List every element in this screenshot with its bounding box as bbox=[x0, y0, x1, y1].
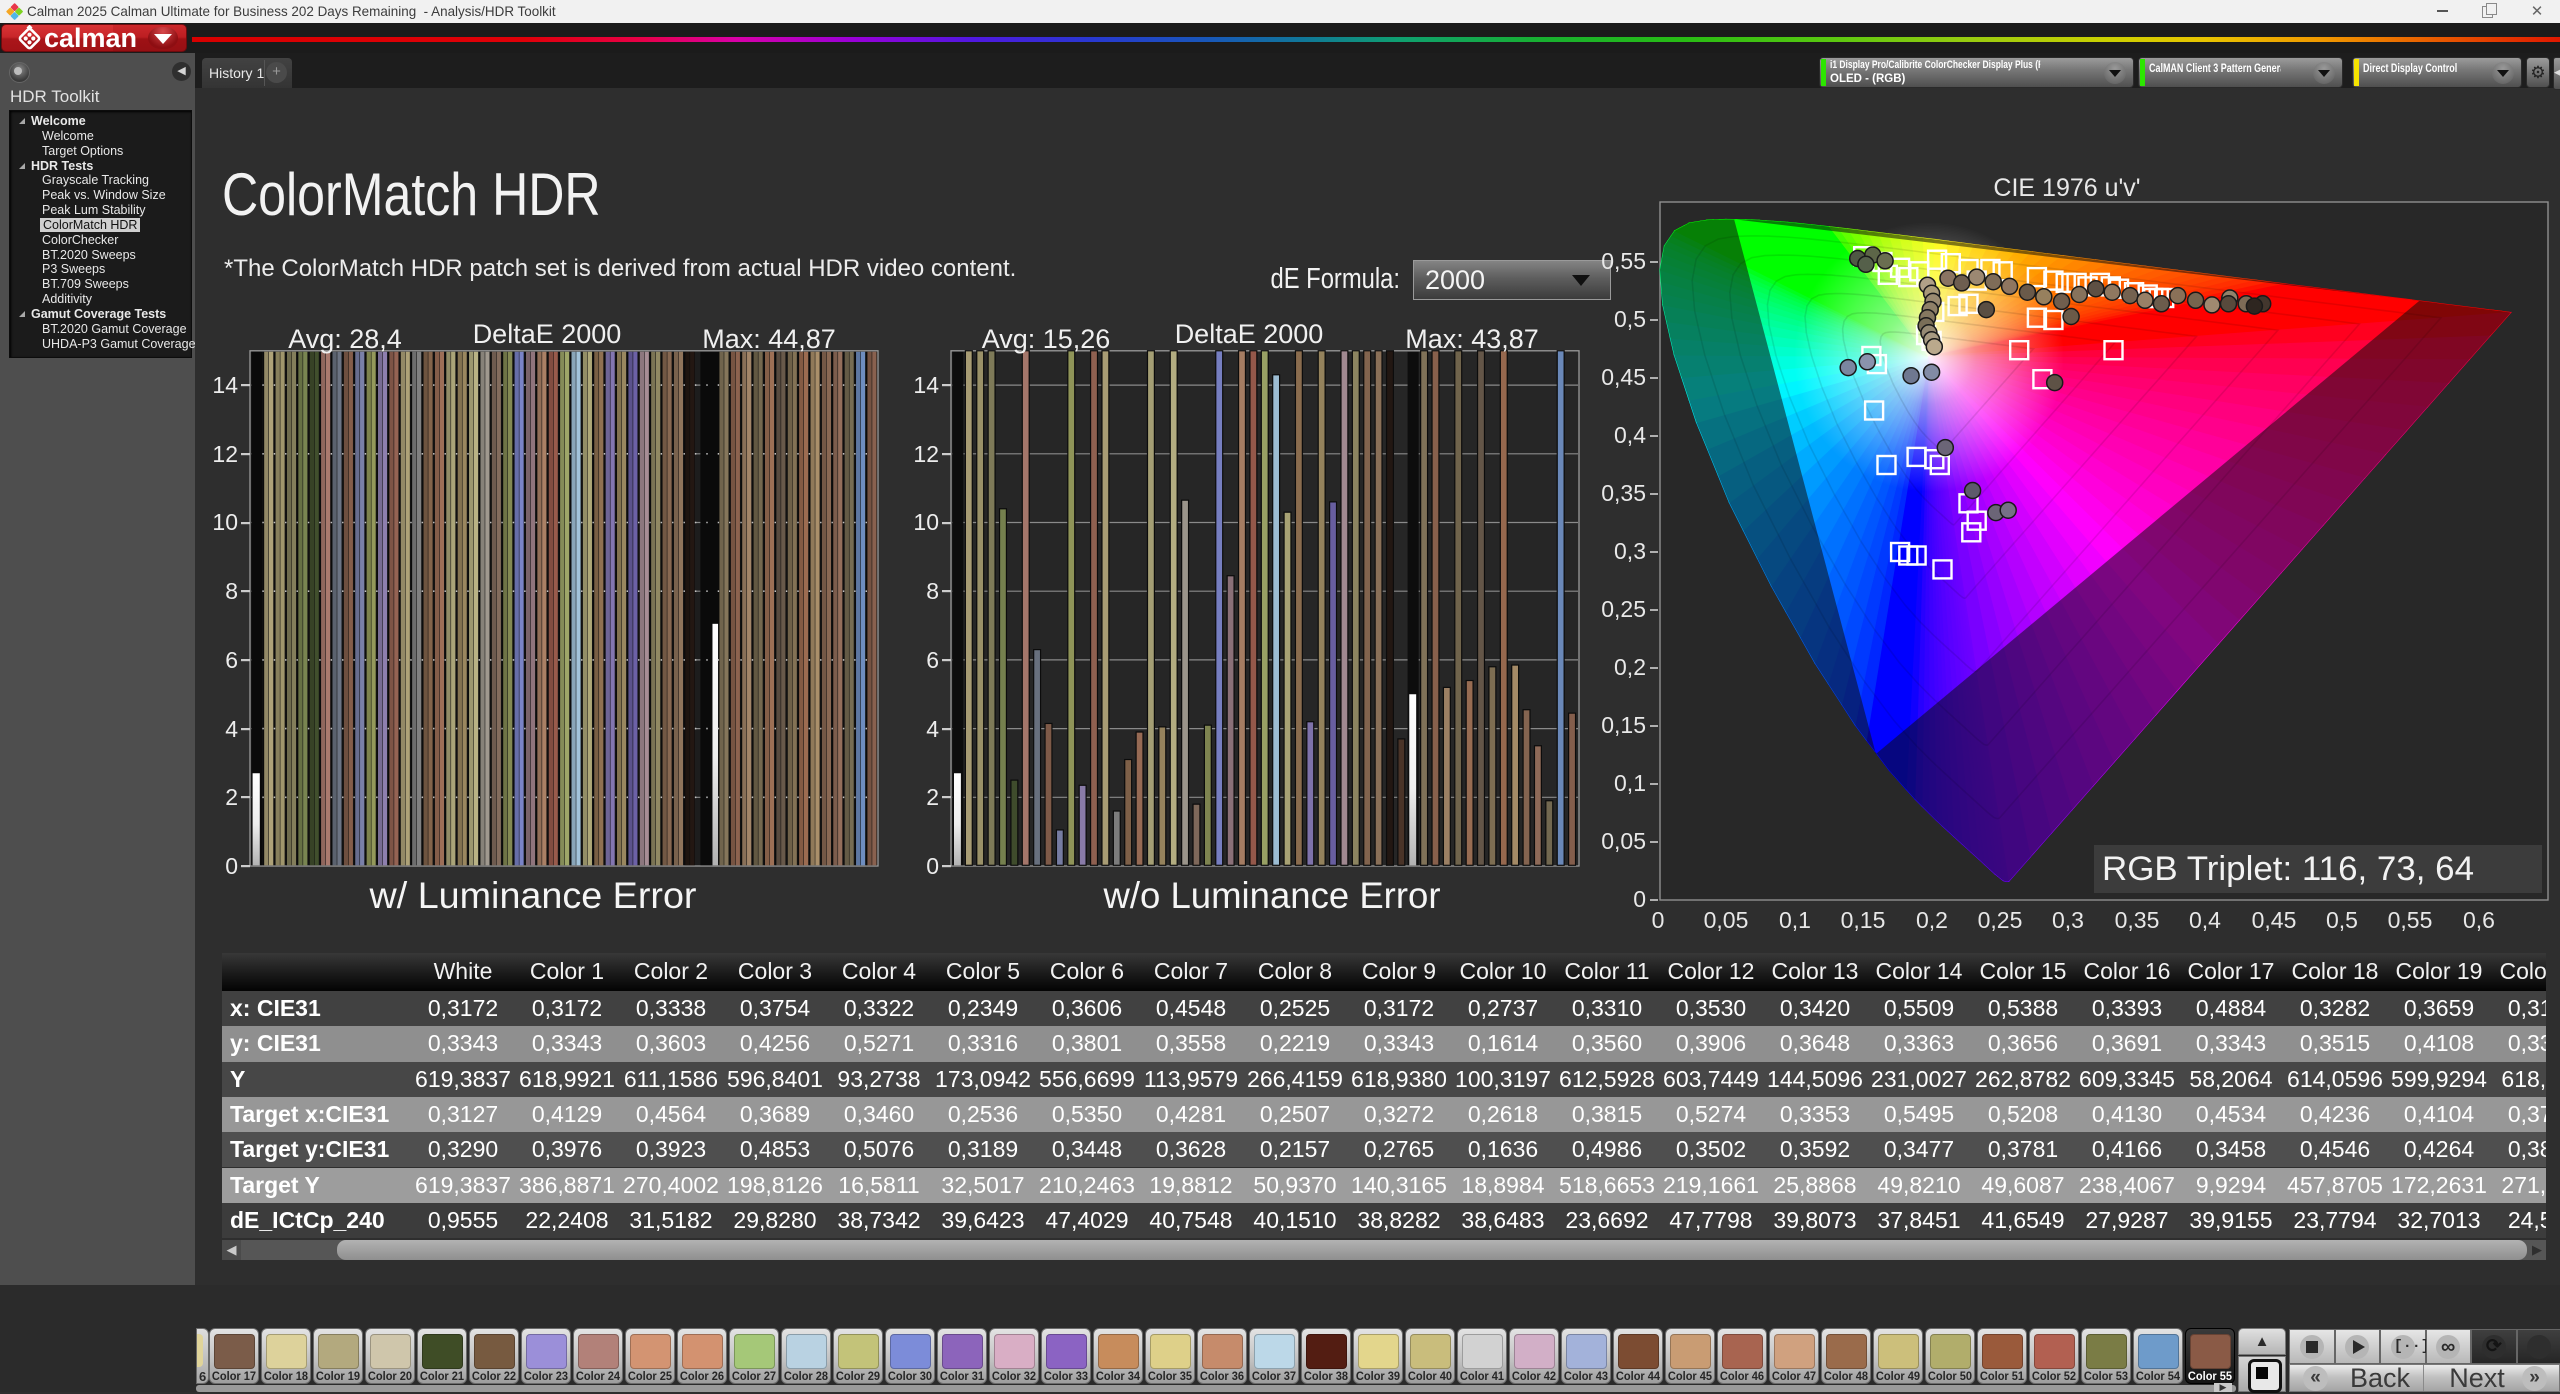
svg-text:0,05: 0,05 bbox=[1704, 907, 1749, 933]
svg-text:0,05: 0,05 bbox=[1601, 828, 1646, 854]
svg-text:0,25: 0,25 bbox=[1978, 907, 2023, 933]
svg-text:0: 0 bbox=[1652, 907, 1665, 933]
svg-text:CIE 1976 u'v': CIE 1976 u'v' bbox=[1993, 174, 2140, 202]
svg-text:0,6: 0,6 bbox=[2463, 907, 2495, 933]
svg-text:0,25: 0,25 bbox=[1601, 596, 1646, 622]
svg-text:0,5: 0,5 bbox=[1614, 306, 1646, 332]
svg-text:0,15: 0,15 bbox=[1841, 907, 1886, 933]
svg-text:0,3: 0,3 bbox=[2052, 907, 2084, 933]
svg-text:0,45: 0,45 bbox=[2252, 907, 2297, 933]
svg-text:0,15: 0,15 bbox=[1601, 712, 1646, 738]
svg-text:0,2: 0,2 bbox=[1614, 654, 1646, 680]
svg-text:0,35: 0,35 bbox=[2115, 907, 2160, 933]
svg-text:0,45: 0,45 bbox=[1601, 364, 1646, 390]
svg-text:0,1: 0,1 bbox=[1779, 907, 1811, 933]
svg-text:0,35: 0,35 bbox=[1601, 480, 1646, 506]
svg-text:0,55: 0,55 bbox=[1601, 248, 1646, 274]
svg-text:0,55: 0,55 bbox=[2388, 907, 2433, 933]
svg-text:0,4: 0,4 bbox=[2189, 907, 2221, 933]
svg-text:0,5: 0,5 bbox=[2326, 907, 2358, 933]
svg-text:0: 0 bbox=[1633, 886, 1646, 912]
svg-text:0,3: 0,3 bbox=[1614, 538, 1646, 564]
svg-text:0,4: 0,4 bbox=[1614, 422, 1646, 448]
svg-text:0,2: 0,2 bbox=[1916, 907, 1948, 933]
svg-text:0,1: 0,1 bbox=[1614, 770, 1646, 796]
svg-text:RGB Triplet: 116, 73, 64: RGB Triplet: 116, 73, 64 bbox=[2102, 850, 2474, 888]
